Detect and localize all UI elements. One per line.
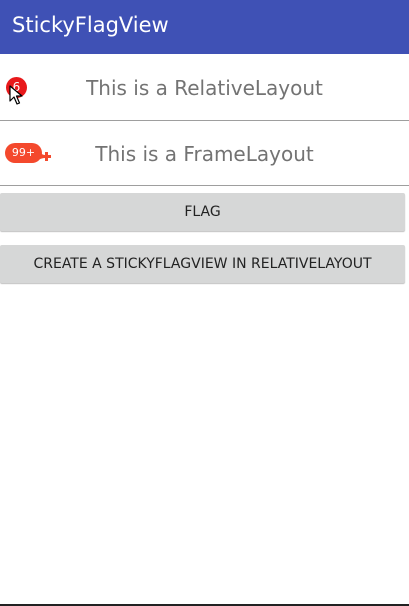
row-label-relative: This is a RelativeLayout bbox=[86, 76, 323, 100]
app-title: StickyFlagView bbox=[12, 13, 169, 37]
app-bar: StickyFlagView bbox=[0, 0, 409, 54]
relative-layout-row: 6 This is a RelativeLayout bbox=[0, 55, 409, 120]
create-stickyflagview-button[interactable]: CREATE A STICKYFLAGVIEW IN RELATIVELAYOU… bbox=[0, 245, 405, 283]
frame-layout-row: 99+ This is a FrameLayout bbox=[0, 121, 409, 186]
row-label-frame: This is a FrameLayout bbox=[95, 142, 314, 166]
flag-button[interactable]: FLAG bbox=[0, 193, 405, 231]
row-divider bbox=[0, 185, 409, 186]
